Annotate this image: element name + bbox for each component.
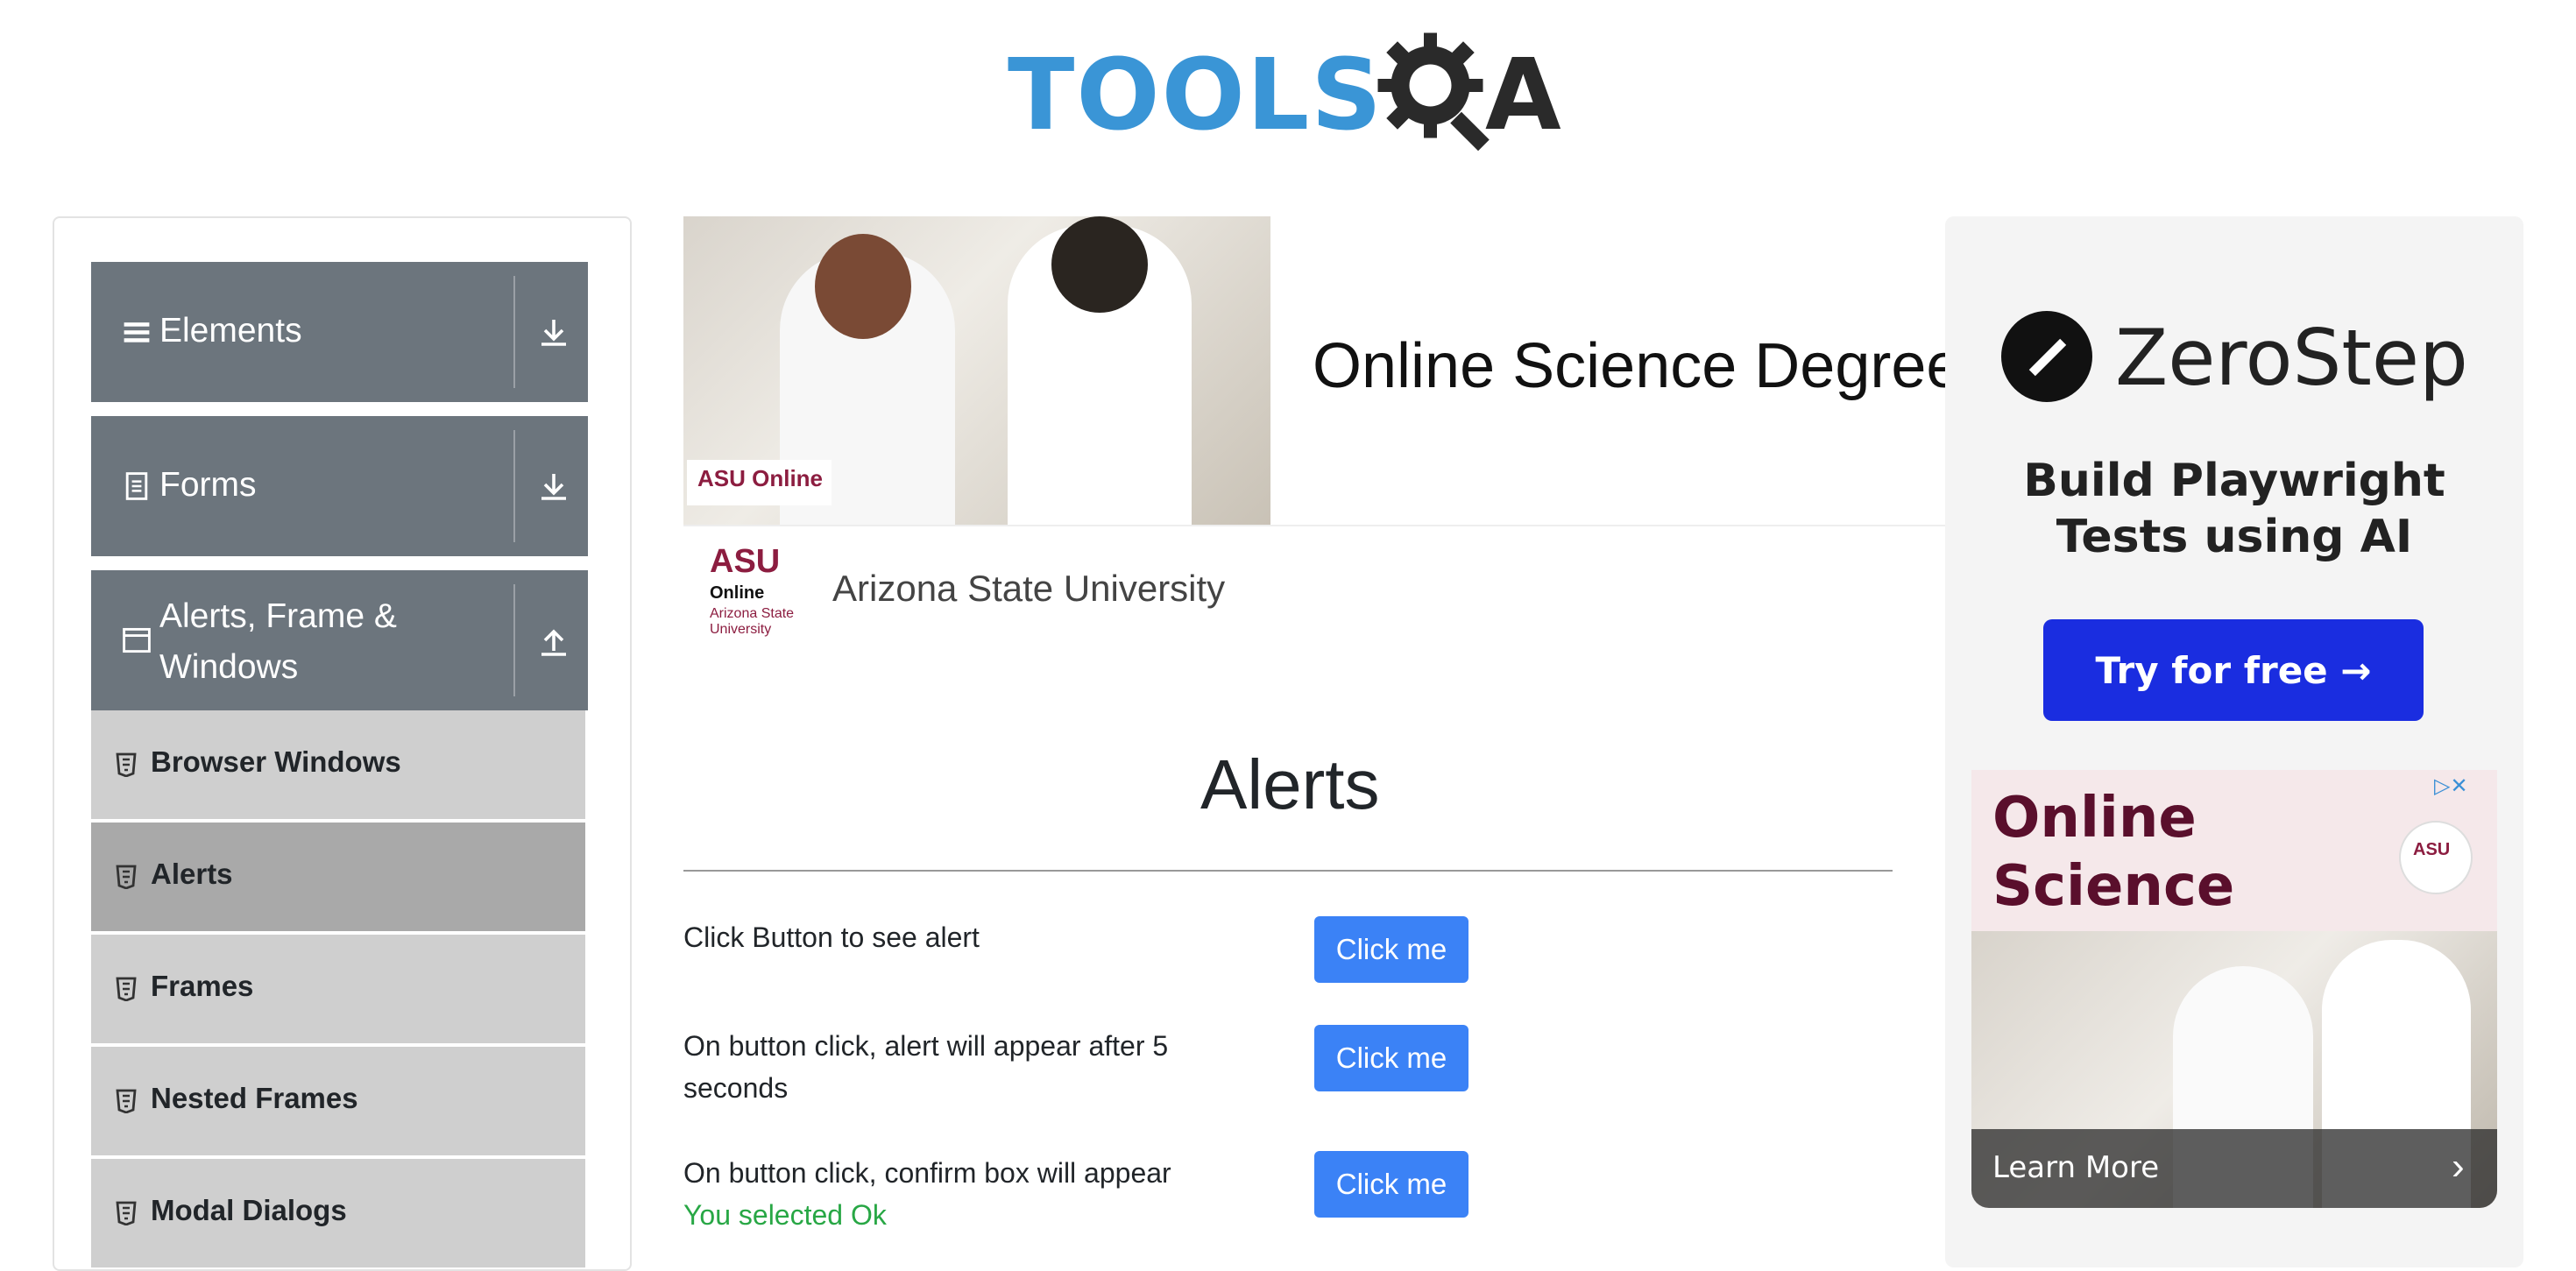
divider	[513, 584, 515, 696]
try-for-free-button[interactable]: Try for free →	[2043, 619, 2424, 721]
asu-online-badge: ASU Online	[687, 460, 832, 505]
alert-row-label: Click Button to see alert	[683, 921, 980, 953]
gear-icon	[1377, 32, 1490, 152]
ad-title[interactable]: Online Science Degree	[1313, 330, 1961, 402]
sidebar-group-label: Forms	[159, 466, 257, 504]
asu-logo-text: ASU	[710, 543, 781, 580]
zerostep-tagline: Build Playwright Tests using AI	[2023, 455, 2445, 563]
ad-photo: ASU Online	[683, 216, 1270, 525]
person-head	[815, 234, 911, 339]
window-icon	[123, 627, 151, 653]
document-icon	[125, 472, 148, 500]
toolsqa-logo[interactable]: TOOLS A	[1008, 26, 1577, 158]
ad-advertiser[interactable]: ASU Online Arizona State University Ariz…	[683, 534, 1384, 639]
divider	[513, 276, 515, 388]
right-advertisement[interactable]: ZeroStep Build Playwright Tests using AI…	[1945, 216, 2523, 1267]
sidebar-item-label: Nested Frames	[151, 1082, 358, 1114]
sidebar-group-forms[interactable]: Forms	[91, 416, 588, 556]
download-arrow-icon	[541, 474, 566, 500]
html5-icon	[116, 1201, 137, 1225]
logo-suffix: A	[1485, 39, 1561, 152]
sidebar-group-elements[interactable]: Elements	[91, 262, 588, 402]
sidebar-item-nested-frames[interactable]: Nested Frames	[91, 1047, 585, 1157]
sidebar-item-label: Alerts	[151, 858, 233, 890]
confirm-row: On button click, confirm box will appear…	[683, 1152, 1244, 1236]
page-title: Alerts	[1200, 745, 1380, 823]
html5-icon	[116, 1089, 137, 1113]
confirm-row-label: On button click, confirm box will appear	[683, 1157, 1171, 1189]
sidebar-group-label: Elements	[159, 312, 302, 350]
asu-logo-online: Online	[710, 583, 765, 603]
download-arrow-icon	[541, 320, 566, 346]
sidebar-group-label: Alerts, Frame & Windows	[159, 597, 397, 686]
timer-alert-row-label: On button click, alert will appear after…	[683, 1030, 1169, 1104]
asu-logo: ASU Online Arizona State University	[710, 543, 806, 639]
upload-arrow-icon	[541, 629, 566, 656]
badge-text: ASU Online	[697, 465, 824, 491]
learn-more-label: Learn More	[1992, 1150, 2160, 1185]
sidebar-item-alerts[interactable]: Alerts	[91, 823, 585, 933]
html5-icon	[116, 977, 137, 1001]
confirm-result: You selected Ok	[683, 1199, 887, 1231]
sidebar-item-modal-dialogs[interactable]: Modal Dialogs	[91, 1159, 585, 1269]
sidebar-item-label: Modal Dialogs	[151, 1194, 347, 1226]
sidebar-item-label: Frames	[151, 970, 254, 1002]
sidebar-item-frames[interactable]: Frames	[91, 935, 585, 1045]
sidebar-item-label: Browser Windows	[151, 745, 401, 778]
divider	[683, 870, 1893, 872]
menu-icon	[124, 322, 150, 342]
divider	[513, 430, 515, 542]
confirm-button[interactable]: Click me	[1314, 1151, 1468, 1218]
asu-badge-icon: ASU	[2399, 821, 2473, 894]
sidebar-group-alerts-frame-windows[interactable]: Alerts, Frame & Windows	[91, 570, 588, 710]
html5-icon	[116, 752, 137, 777]
ad-choices-icon[interactable]: ▷✕	[2434, 773, 2490, 798]
sidebar-item-browser-windows[interactable]: Browser Windows	[91, 710, 585, 821]
asu-ad[interactable]: Online Science Degrees ▷✕ ASU Learn More…	[1971, 770, 2497, 1208]
alert-button[interactable]: Click me	[1314, 916, 1468, 983]
html5-icon	[116, 865, 137, 889]
advertiser-name: Arizona State University	[832, 568, 1226, 609]
logo-text: TOOLS	[1008, 39, 1384, 152]
sidebar: Elements Forms Alerts, Frame & Windows B…	[53, 216, 632, 1271]
zerostep-brand: ZeroStep	[2115, 313, 2468, 403]
person-head	[1051, 216, 1148, 313]
asu-logo-name: Arizona State University	[710, 606, 795, 637]
timer-alert-button[interactable]: Click me	[1314, 1025, 1468, 1091]
chevron-right-icon: ›	[2452, 1145, 2465, 1188]
learn-more-bar[interactable]: Learn More ›	[1971, 1129, 2497, 1208]
top-advertisement[interactable]: ASU Online Online Science Degree	[683, 216, 1961, 526]
asu-badge-text: ASU	[2413, 840, 2451, 859]
zerostep-logo-icon	[2001, 311, 2092, 402]
divider	[683, 525, 1945, 526]
